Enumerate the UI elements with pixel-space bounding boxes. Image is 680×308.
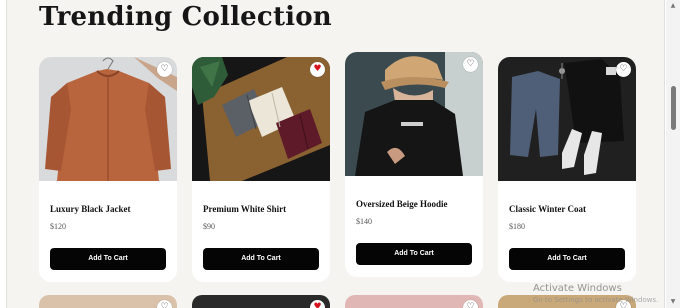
favorite-heart-icon[interactable]: ♥ [310,62,325,77]
product-name: Classic Winter Coat [509,204,587,214]
vertical-scrollbar[interactable]: ▲ ▼ [666,0,680,308]
activate-windows-subtitle: Go to Settings to activate Windows. [533,296,659,304]
product-name: Luxury Black Jacket [50,204,131,214]
favorite-heart-icon[interactable]: ♡ [157,62,172,77]
product-image[interactable]: ♡ [39,57,177,181]
product-name: Premium White Shirt [203,204,287,214]
add-to-cart-button[interactable]: Add To Cart [509,248,625,270]
add-to-cart-button[interactable]: Add To Cart [203,248,319,270]
product-card[interactable]: ♡ Classic Winter Coat $180 Add To Cart [498,57,636,282]
product-card-partial[interactable]: ♡ [345,295,483,308]
add-to-cart-button[interactable]: Add To Cart [356,243,472,265]
product-card[interactable]: ♡ Luxury Black Jacket $120 Add To Cart [39,57,177,282]
product-image[interactable]: ♡ [498,57,636,181]
product-price: $180 [509,222,525,231]
product-price: $140 [356,217,372,226]
favorite-heart-icon[interactable]: ♥ [310,300,325,308]
favorite-heart-icon[interactable]: ♡ [463,57,478,72]
product-price: $90 [203,222,215,231]
product-image[interactable]: ♥ [192,57,330,181]
product-price: $120 [50,222,66,231]
product-name: Oversized Beige Hoodie [356,199,448,209]
product-card-partial[interactable]: ♡ [39,295,177,308]
favorite-heart-icon[interactable]: ♡ [616,62,631,77]
favorite-heart-icon[interactable]: ♡ [463,300,478,308]
activate-windows-watermark: Activate Windows [533,283,622,294]
product-image[interactable]: ♡ [345,52,483,176]
page-background: Trending Collection ♡ Luxury Black Jacke… [6,0,665,308]
scrollbar-thumb[interactable] [671,86,676,130]
scroll-down-arrow-icon[interactable]: ▼ [669,298,677,306]
scroll-up-arrow-icon[interactable]: ▲ [669,2,677,10]
product-card[interactable]: ♡ Oversized Beige Hoodie $140 Add To Car… [345,52,483,277]
product-card[interactable]: ♥ Premium White Shirt $90 Add To Cart [192,57,330,282]
favorite-heart-icon[interactable]: ♡ [157,300,172,308]
section-title: Trending Collection [39,2,332,32]
add-to-cart-button[interactable]: Add To Cart [50,248,166,270]
product-card-partial[interactable]: ♥ [192,295,330,308]
